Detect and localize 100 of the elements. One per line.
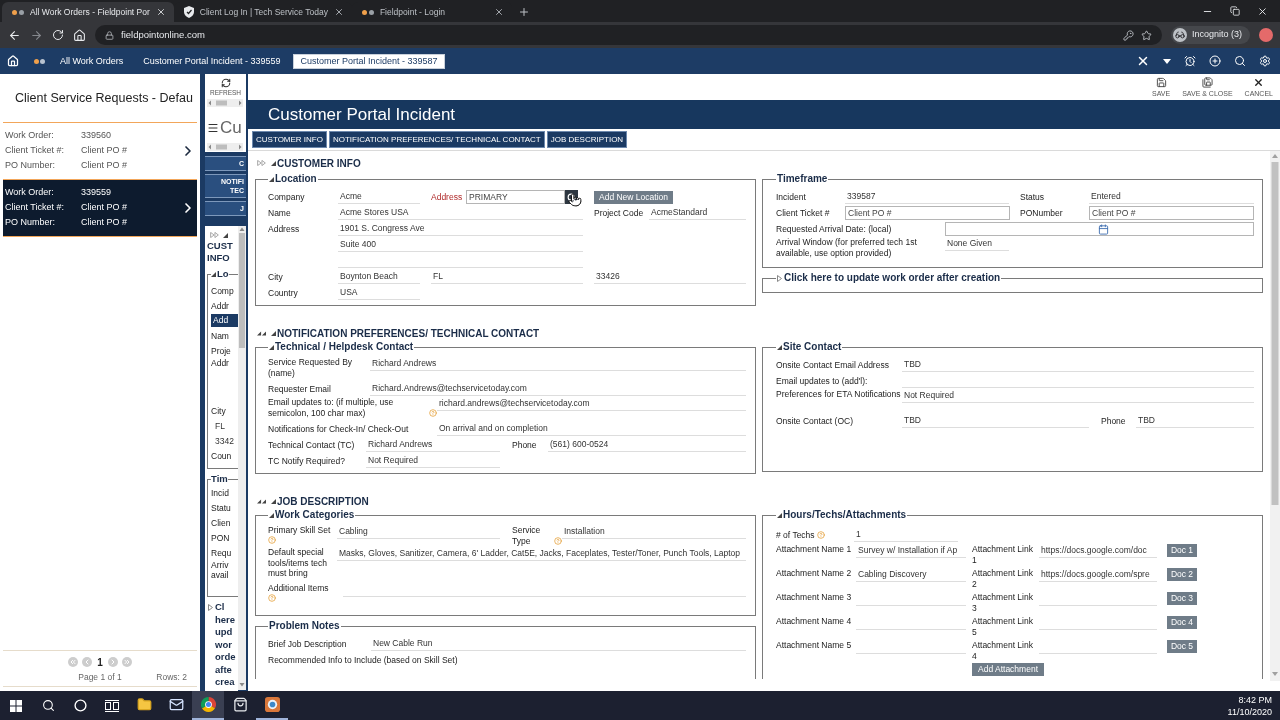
text-field[interactable]: Cabling Discovery	[856, 568, 966, 582]
text-field[interactable]: 33426	[594, 270, 746, 284]
horizontal-scrollbar[interactable]	[207, 99, 243, 107]
input-field[interactable]: Client PO #	[845, 206, 1010, 220]
text-field[interactable]: https://docs.google.com/spre	[1039, 568, 1157, 582]
star-icon[interactable]	[1140, 29, 1152, 41]
browser-tab[interactable]: All Work Orders - Fieldpoint Por	[2, 2, 174, 22]
close-icon[interactable]	[333, 7, 344, 17]
text-field[interactable]: richard.andrews@techservicetoday.com	[437, 397, 746, 411]
circle-icon[interactable]	[73, 699, 87, 712]
task-view-icon[interactable]	[105, 699, 119, 712]
close-icon[interactable]	[155, 7, 166, 17]
calendar-icon[interactable]	[1098, 223, 1109, 235]
caret-down-icon[interactable]	[211, 272, 216, 277]
double-triangle-icon[interactable]	[257, 498, 266, 504]
text-field[interactable]: TBD	[902, 358, 1254, 372]
text-field[interactable]: None Given	[945, 237, 1009, 251]
text-field[interactable]: Richard Andrews	[366, 438, 500, 452]
caret-down-icon[interactable]	[271, 498, 276, 504]
caret-down-icon[interactable]	[777, 344, 782, 350]
plus-circle-icon[interactable]	[1209, 55, 1221, 67]
restore-icon[interactable]	[1230, 6, 1240, 16]
caret-down-icon[interactable]	[271, 330, 276, 336]
text-field[interactable]: 339587	[845, 190, 1009, 204]
profile-button[interactable]: Incognito (3)	[1170, 26, 1250, 44]
add-attachment-button[interactable]: Add Attachment	[972, 663, 1044, 676]
alarm-clock-icon[interactable]	[1184, 55, 1196, 67]
back-icon[interactable]	[8, 28, 21, 42]
caret-down-icon[interactable]	[269, 176, 274, 182]
avatar-icon[interactable]	[1259, 28, 1273, 42]
date-field[interactable]	[945, 222, 1254, 236]
caret-down-icon[interactable]	[271, 160, 276, 166]
text-field[interactable]: Not Required	[366, 454, 500, 468]
menu-icon[interactable]	[207, 122, 219, 134]
close-icon[interactable]	[1257, 5, 1268, 17]
text-field[interactable]: On arrival and on completion	[437, 422, 746, 436]
doc-button[interactable]: Doc 4	[1167, 616, 1197, 629]
doc-button[interactable]: Doc 1	[1167, 544, 1197, 557]
horizontal-scrollbar[interactable]	[207, 143, 243, 151]
caret-down-icon[interactable]	[269, 512, 274, 518]
settings-icon[interactable]	[1259, 55, 1271, 67]
new-tab-icon[interactable]	[517, 6, 530, 18]
text-field[interactable]: TBD	[1136, 414, 1254, 428]
key-icon[interactable]	[1122, 29, 1134, 41]
text-field[interactable]: Acme Stores USA	[338, 206, 583, 220]
doc-button[interactable]: Doc 3	[1167, 592, 1197, 605]
text-field[interactable]: New Cable Run	[371, 637, 746, 651]
vertical-scrollbar[interactable]	[238, 226, 246, 690]
start-icon[interactable]	[10, 699, 22, 712]
text-field[interactable]: (561) 600-0524	[548, 438, 746, 452]
search-icon[interactable]	[1234, 55, 1246, 67]
add-location-button[interactable]: Add New Location	[594, 190, 673, 204]
form-tab[interactable]: CUSTOMER INFO	[252, 131, 327, 148]
text-field[interactable]: Installation	[562, 525, 746, 539]
text-field[interactable]: 1	[854, 528, 958, 542]
field-label: TC Notify Required?	[268, 455, 345, 467]
forward-icon[interactable]	[30, 28, 43, 42]
text-field[interactable]: Masks, Gloves, Sanitizer, Camera, 6' Ladder, Cat5E, Jacks, Faceplates, Tester/Toner, Punch Tools, Laptop	[337, 547, 746, 561]
taskbar-button[interactable]	[192, 691, 224, 720]
text-field[interactable]: Suite 400	[338, 238, 583, 252]
input-field[interactable]: PRIMARY	[466, 190, 565, 204]
form-tab[interactable]: JOB DESCRIPTION	[546, 131, 628, 148]
nav-tab[interactable]: Customer Portal Incident - 339559	[136, 53, 288, 69]
search-icon[interactable]	[41, 699, 55, 712]
text-field[interactable]: USA	[338, 286, 420, 300]
nav-tab[interactable]: Customer Portal Incident - 339587	[293, 53, 445, 69]
text-field[interactable]: Survey w/ Installation if Ap	[856, 544, 966, 558]
text-field[interactable]: TBD	[902, 414, 1089, 428]
reload-icon[interactable]	[52, 29, 64, 41]
home-icon[interactable]	[73, 28, 86, 42]
caret-down-icon[interactable]	[223, 232, 228, 238]
page-number: 1	[96, 655, 104, 670]
text-field[interactable]: Acme	[338, 190, 420, 204]
text-field[interactable]: https://docs.google.com/doc	[1039, 544, 1157, 558]
text-field[interactable]: Cabling	[337, 525, 500, 539]
text-field[interactable]: Entered	[1089, 190, 1254, 204]
input-field[interactable]: Client PO #	[1089, 206, 1254, 220]
caret-down-icon[interactable]	[269, 344, 274, 350]
caret-right-icon[interactable]	[777, 274, 782, 282]
text-field[interactable]: 1901 S. Congress Ave	[338, 222, 583, 236]
double-triangle-icon[interactable]	[257, 330, 266, 336]
caret-right-icon[interactable]	[208, 604, 213, 611]
text-field[interactable]: Boynton Beach	[338, 270, 420, 284]
add-button[interactable]: Add	[211, 314, 238, 327]
text-field[interactable]: Not Required	[902, 389, 1254, 403]
text-field[interactable]: AcmeStandard	[649, 206, 746, 220]
close-icon[interactable]	[493, 7, 504, 17]
close-icon[interactable]	[1136, 54, 1150, 68]
doc-button[interactable]: Doc 5	[1167, 640, 1197, 653]
text-field[interactable]: Richard.Andrews@techservicetoday.com	[370, 382, 746, 396]
form-tab[interactable]: NOTIFICATION PREFERENCES/ TECHNICAL CONTACT	[328, 131, 545, 148]
work-order-item[interactable]: Work Order: 339559 Client Ticket #: Client PO # PO Number: Client PO #	[3, 180, 197, 237]
nav-tab[interactable]: All Work Orders	[53, 53, 131, 69]
doc-button[interactable]: Doc 2	[1167, 568, 1197, 581]
text-field[interactable]: FL	[431, 270, 583, 284]
address-field[interactable]: fieldpointonline.com	[95, 25, 1162, 45]
caret-down-icon[interactable]	[777, 512, 782, 518]
vertical-scrollbar[interactable]	[1270, 151, 1280, 681]
text-field[interactable]: Richard Andrews	[370, 357, 746, 371]
caret-down-icon[interactable]	[1163, 58, 1171, 64]
